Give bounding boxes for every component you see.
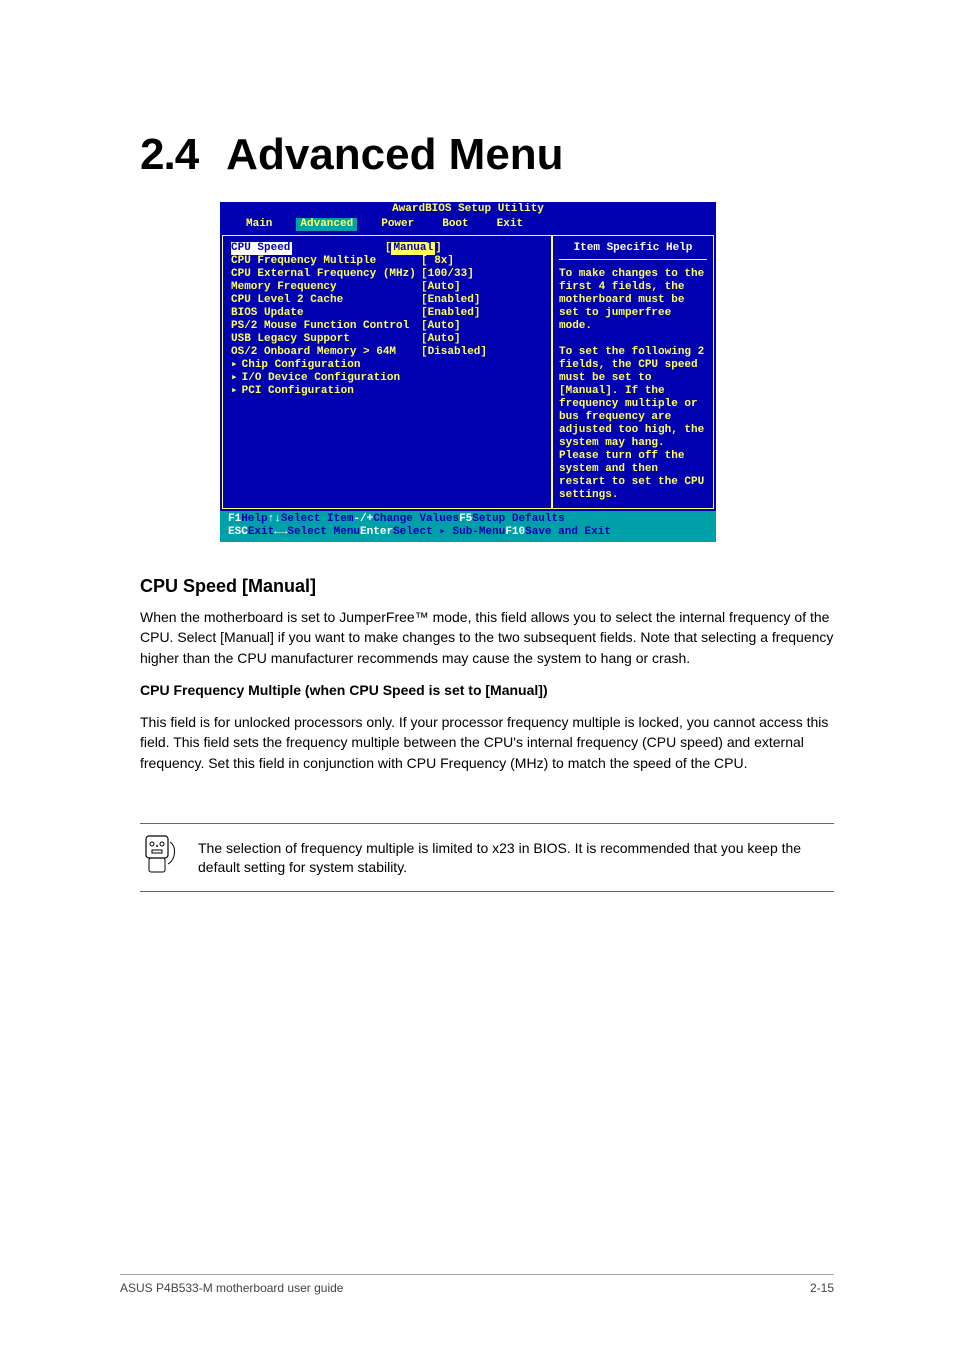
note: The selection of frequency multiple is l… bbox=[140, 832, 834, 883]
help-title: Item Specific Help bbox=[559, 242, 707, 260]
footer-key: ↑↓ bbox=[268, 513, 281, 526]
submenu-pci-config[interactable]: ▸PCI Configuration bbox=[231, 385, 543, 398]
footer-key: F1 bbox=[228, 513, 241, 526]
footer-key: -/+ bbox=[353, 513, 373, 526]
section-paragraph: When the motherboard is set to JumperFre… bbox=[140, 607, 834, 668]
bios-screenshot: AwardBIOS Setup Utility Main Advanced Po… bbox=[220, 202, 716, 542]
footer-key: ←→ bbox=[274, 526, 287, 539]
section-subtitle: CPU Frequency Multiple (when CPU Speed i… bbox=[140, 680, 834, 700]
robot-icon bbox=[140, 832, 180, 883]
heading-number: 2.4 bbox=[140, 130, 198, 180]
divider bbox=[140, 891, 834, 892]
setting-label: CPU External Frequency (MHz) bbox=[231, 268, 421, 281]
footer-value: Save and Exit bbox=[525, 526, 611, 539]
section-title: CPU Speed [Manual] bbox=[140, 576, 834, 597]
footer-key: Enter bbox=[360, 526, 393, 539]
footer-value: Select ▸ Sub-Menu bbox=[393, 526, 505, 539]
setting-bios-update[interactable]: BIOS Update[Enabled] bbox=[231, 307, 543, 320]
note-text: The selection of frequency multiple is l… bbox=[198, 839, 834, 875]
bios-help-panel: Item Specific Help To make changes to th… bbox=[552, 235, 714, 509]
heading: 2.4 Advanced Menu bbox=[140, 130, 834, 180]
setting-cpu-speed[interactable]: CPU Speed [ Manual ] bbox=[231, 242, 543, 255]
setting-memory-freq[interactable]: Memory Frequency[Auto] bbox=[231, 281, 543, 294]
chevron-right-icon: ▸ bbox=[231, 385, 238, 398]
menu-advanced[interactable]: Advanced bbox=[296, 218, 357, 231]
setting-value: [Enabled] bbox=[421, 307, 480, 320]
menu-power[interactable]: Power bbox=[377, 218, 418, 231]
setting-ps2-mouse[interactable]: PS/2 Mouse Function Control[Auto] bbox=[231, 320, 543, 333]
footer-value: Change Values bbox=[373, 513, 459, 526]
setting-label: BIOS Update bbox=[231, 307, 421, 320]
setting-label: OS/2 Onboard Memory > 64M bbox=[231, 346, 421, 359]
setting-value: [ 8x] bbox=[421, 255, 454, 268]
footer-value: Select Item bbox=[281, 513, 354, 526]
setting-value: [Enabled] bbox=[421, 294, 480, 307]
bios-body: CPU Speed [ Manual ] CPU Frequency Multi… bbox=[220, 233, 716, 511]
section-cpu-speed: CPU Speed [Manual] When the motherboard … bbox=[140, 576, 834, 773]
heading-title: Advanced Menu bbox=[226, 130, 563, 180]
footer-value: Setup Defaults bbox=[472, 513, 564, 526]
bios-footer: F1 Help ↑↓ Select Item -/+ Change Values… bbox=[220, 511, 716, 542]
section-body: When the motherboard is set to JumperFre… bbox=[140, 607, 834, 773]
setting-os2-memory[interactable]: OS/2 Onboard Memory > 64M[Disabled] bbox=[231, 346, 543, 359]
setting-cpu-freq-multiple[interactable]: CPU Frequency Multiple[ 8x] bbox=[231, 255, 543, 268]
help-text: To make changes to the first 4 fields, t… bbox=[559, 268, 707, 502]
setting-value: [100/33] bbox=[421, 268, 474, 281]
footer-value: Select Menu bbox=[287, 526, 360, 539]
setting-value: Manual bbox=[391, 242, 435, 255]
chevron-right-icon: ▸ bbox=[231, 359, 238, 372]
divider bbox=[140, 823, 834, 824]
submenu-io-config[interactable]: ▸I/O Device Configuration bbox=[231, 372, 543, 385]
section-paragraph: This field is for unlocked processors on… bbox=[140, 712, 834, 773]
chevron-right-icon: ▸ bbox=[231, 372, 238, 385]
footer-key: ESC bbox=[228, 526, 248, 539]
footer-key: F10 bbox=[505, 526, 525, 539]
menu-exit[interactable]: Exit bbox=[493, 218, 527, 231]
setting-value: [Auto] bbox=[421, 320, 461, 333]
setting-label: Memory Frequency bbox=[231, 281, 421, 294]
setting-label: USB Legacy Support bbox=[231, 333, 421, 346]
footer-value: Exit bbox=[248, 526, 274, 539]
setting-value: [Auto] bbox=[421, 333, 461, 346]
setting-value: [Disabled] bbox=[421, 346, 487, 359]
setting-value: [Auto] bbox=[421, 281, 461, 294]
setting-label: CPU Speed bbox=[231, 242, 292, 255]
footer-left: ASUS P4B533-M motherboard user guide bbox=[120, 1281, 343, 1295]
menu-boot[interactable]: Boot bbox=[438, 218, 472, 231]
bios-title: AwardBIOS Setup Utility bbox=[220, 202, 716, 217]
setting-label: CPU Frequency Multiple bbox=[231, 255, 421, 268]
bios-settings-panel: CPU Speed [ Manual ] CPU Frequency Multi… bbox=[222, 235, 552, 509]
setting-label: CPU Level 2 Cache bbox=[231, 294, 421, 307]
submenu-chip-config[interactable]: ▸Chip Configuration bbox=[231, 359, 543, 372]
page-footer: ASUS P4B533-M motherboard user guide 2-1… bbox=[120, 1274, 834, 1295]
bios-menubar: Main Advanced Power Boot Exit bbox=[220, 217, 716, 233]
setting-cpu-ext-freq[interactable]: CPU External Frequency (MHz)[100/33] bbox=[231, 268, 543, 281]
setting-usb-legacy[interactable]: USB Legacy Support[Auto] bbox=[231, 333, 543, 346]
setting-label: PS/2 Mouse Function Control bbox=[231, 320, 421, 333]
footer-value: Help bbox=[241, 513, 267, 526]
setting-cpu-l2-cache[interactable]: CPU Level 2 Cache[Enabled] bbox=[231, 294, 543, 307]
footer-key: F5 bbox=[459, 513, 472, 526]
footer-right: 2-15 bbox=[810, 1281, 834, 1295]
menu-main[interactable]: Main bbox=[242, 218, 276, 231]
